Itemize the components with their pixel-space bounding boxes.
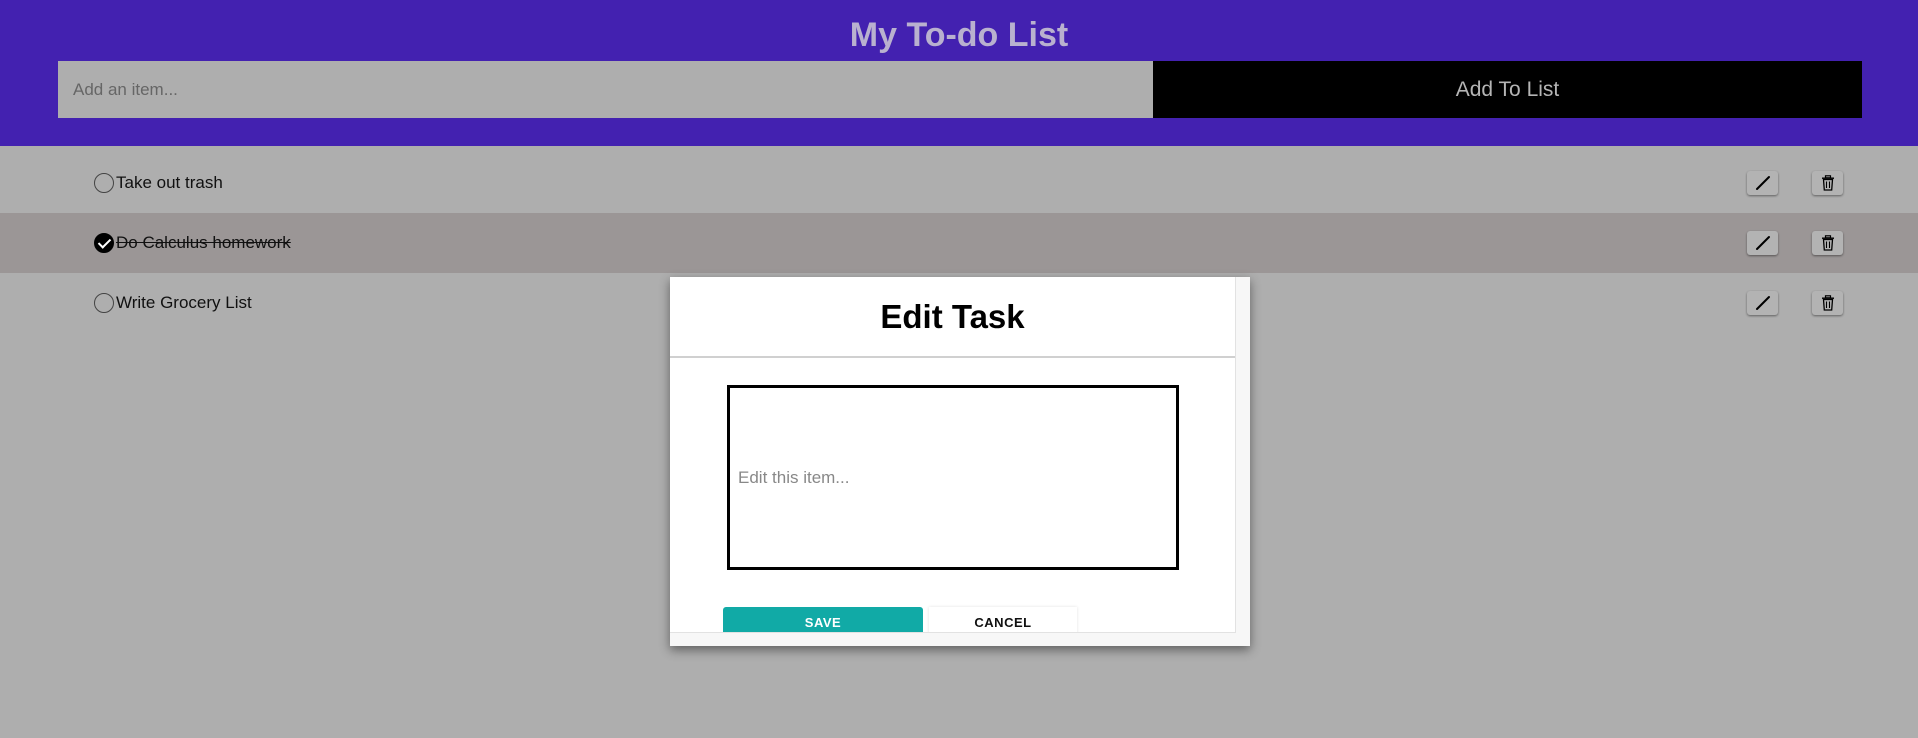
trash-icon bbox=[1821, 175, 1834, 191]
checkbox-unchecked-icon[interactable] bbox=[94, 293, 114, 313]
page-title: My To-do List bbox=[849, 16, 1069, 54]
trash-icon bbox=[1821, 235, 1834, 251]
add-to-list-button[interactable]: Add To List bbox=[1153, 61, 1862, 118]
checkbox-checked-icon[interactable] bbox=[94, 233, 114, 253]
edit-item-field[interactable] bbox=[727, 385, 1179, 570]
modal-header: Edit Task bbox=[670, 277, 1235, 358]
checkbox-unchecked-icon[interactable] bbox=[94, 173, 114, 193]
modal-content: Edit Task SAVE CANCEL bbox=[670, 277, 1236, 633]
edit-task-modal: Edit Task SAVE CANCEL bbox=[670, 277, 1250, 646]
todo-item-label: Do Calculus homework bbox=[116, 233, 291, 252]
modal-title: Edit Task bbox=[880, 298, 1025, 335]
edit-button[interactable] bbox=[1747, 231, 1778, 255]
todo-item-label: Take out trash bbox=[116, 173, 223, 192]
todo-item-label: Write Grocery List bbox=[116, 293, 252, 312]
add-item-input[interactable] bbox=[58, 61, 1153, 118]
delete-button[interactable] bbox=[1812, 231, 1843, 255]
edit-button[interactable] bbox=[1747, 171, 1778, 195]
pencil-icon bbox=[1755, 296, 1770, 310]
todo-item: Take out trash bbox=[0, 153, 1918, 213]
edit-button[interactable] bbox=[1747, 291, 1778, 315]
pencil-icon bbox=[1755, 236, 1770, 250]
todo-item: Do Calculus homework bbox=[0, 213, 1918, 273]
header-bar: My To-do List Add To List bbox=[0, 0, 1918, 146]
trash-icon bbox=[1821, 295, 1834, 311]
cancel-button[interactable]: CANCEL bbox=[929, 607, 1077, 632]
pencil-icon bbox=[1755, 176, 1770, 190]
delete-button[interactable] bbox=[1812, 291, 1843, 315]
delete-button[interactable] bbox=[1812, 171, 1843, 195]
save-button[interactable]: SAVE bbox=[723, 607, 923, 632]
